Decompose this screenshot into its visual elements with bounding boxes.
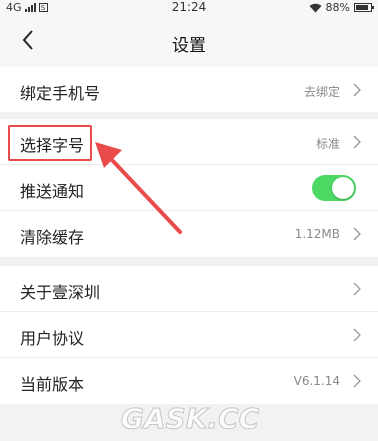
- watermark-text: GASK.CC: [121, 402, 260, 435]
- pointer-arrow-icon: [95, 142, 182, 234]
- watermark-logo: GASK.CC: [120, 402, 260, 436]
